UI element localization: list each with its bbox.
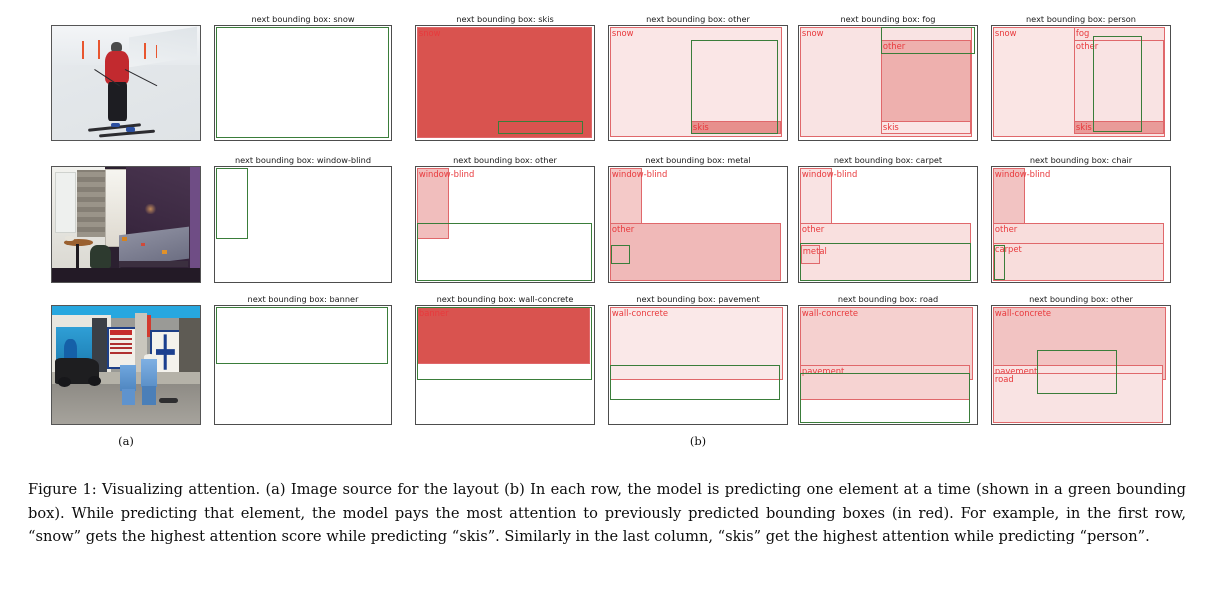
panel-title: next bounding box: chair (1029, 155, 1133, 165)
attention-bbox-other: other (609, 223, 781, 281)
predicted-bbox (497, 120, 584, 134)
layout-canvas (214, 25, 392, 141)
subfigure-label-a: (a) (118, 434, 134, 448)
source-image-cell (51, 294, 201, 425)
subfigure-label-b: (b) (689, 434, 707, 448)
figure-1-visualizing-attention: next bounding box: snow next bounding box… (0, 0, 1213, 608)
layout-canvas: snow fog other skis (991, 25, 1171, 141)
prediction-cell-person: next bounding box: person snow fog other ski… (991, 14, 1171, 141)
predicted-bbox (215, 307, 389, 364)
panel-title: next bounding box: road (837, 294, 939, 304)
layout-canvas: bannerwall-concrete (608, 305, 788, 425)
source-image-bedroom-with-window-photo (51, 166, 201, 283)
prediction-cell-banner: next bounding box: banner (214, 294, 392, 425)
predicted-bbox (610, 245, 631, 264)
panel-title: next bounding box: snow (251, 14, 355, 24)
predicted-bbox (1093, 36, 1142, 132)
panel-title: next bounding box: banner (247, 294, 359, 304)
panel-title: next bounding box: pavement (636, 294, 760, 304)
layout-canvas: snow (415, 25, 595, 141)
layout-canvas: banner (415, 305, 595, 425)
attention-bbox-label: window-blind (611, 169, 668, 180)
layout-canvas (214, 166, 392, 283)
source-image-street-scene-with-workers-photo (51, 305, 201, 425)
attention-bbox-label: snow (994, 28, 1017, 39)
prediction-cell-other: next bounding box: other window-blind (415, 155, 595, 283)
panel-title: next bounding box: fog (840, 14, 936, 24)
prediction-cell-wall-concrete: next bounding box: wall-concrete banner (415, 294, 595, 425)
photo-canvas (52, 26, 200, 140)
layout-canvas: snow other skis (798, 25, 978, 141)
attention-panel-grid: next bounding box: snow next bounding box… (0, 0, 1213, 425)
attention-bbox-label: road (994, 374, 1014, 385)
predicted-bbox (215, 168, 248, 240)
attention-bbox-skis: skis (880, 120, 971, 134)
panel-title: next bounding box: metal (645, 155, 751, 165)
prediction-cell-snow: next bounding box: snow (214, 14, 392, 141)
prediction-cell-fog: next bounding box: fog snow other skis (798, 14, 978, 141)
prediction-cell-chair: next bounding box: chair window-blind othe… (991, 155, 1171, 283)
prediction-cell-pavement: next bounding box: pavementbannerwall-co… (608, 294, 788, 425)
photo-canvas (52, 306, 200, 424)
attention-bbox-label: window-blind (418, 169, 475, 180)
attention-bbox-label: wall-concrete (994, 308, 1052, 319)
predicted-bbox (1036, 349, 1117, 395)
predicted-bbox (799, 242, 971, 281)
layout-canvas: bannerwall-concretepavement (798, 305, 978, 425)
layout-canvas (214, 305, 392, 425)
panel-title: next bounding box: skis (456, 14, 554, 24)
attention-bbox-label: snow (801, 28, 824, 39)
attention-bbox-label: window-blind (994, 169, 1051, 180)
predicted-bbox (993, 245, 1006, 280)
predicted-bbox (215, 27, 390, 138)
attention-bbox-label: other (611, 224, 635, 235)
attention-bbox-label: fog (1075, 28, 1090, 39)
panel-title: next bounding box: other (453, 155, 557, 165)
layout-canvas: snow skis (608, 25, 788, 141)
attention-bbox-label: snow (418, 28, 441, 39)
source-image-cell (51, 155, 201, 283)
prediction-cell-other: next bounding box: otherbannerwall-concr… (991, 294, 1171, 425)
predicted-bbox (609, 365, 780, 401)
predicted-bbox (416, 307, 593, 381)
panel-title: next bounding box: window-blind (234, 155, 372, 165)
predicted-bbox (690, 39, 779, 135)
attention-bbox-label: skis (1075, 121, 1092, 132)
predicted-bbox (880, 27, 976, 54)
prediction-cell-skis: next bounding box: skis snow (415, 14, 595, 141)
attention-bbox-label: window-blind (801, 169, 858, 180)
panel-title: next bounding box: person (1025, 14, 1136, 24)
source-image-cell (51, 14, 201, 141)
layout-canvas: bannerwall-concretepavementroad (991, 305, 1171, 425)
attention-bbox-label: skis (882, 121, 899, 132)
prediction-cell-carpet: next bounding box: carpet window-blind oth… (798, 155, 978, 283)
attention-bbox-carpet: carpet (992, 242, 1164, 281)
panel-title: next bounding box: carpet (833, 155, 943, 165)
prediction-cell-window-blind: next bounding box: window-blind (214, 155, 392, 283)
source-image-skier-on-snow-slope-photo (51, 25, 201, 141)
layout-canvas: window-blind other (608, 166, 788, 283)
panel-title: next bounding box: other (1029, 294, 1133, 304)
attention-bbox-label: other (801, 224, 825, 235)
layout-canvas: window-blind other metal (798, 166, 978, 283)
predicted-bbox (799, 373, 970, 423)
prediction-cell-metal: next bounding box: metal window-blind othe… (608, 155, 788, 283)
figure-caption: Figure 1: Visualizing attention. (a) Ima… (28, 481, 1186, 545)
layout-canvas: window-blind (415, 166, 595, 283)
prediction-cell-road: next bounding box: roadbannerwall-concre… (798, 294, 978, 425)
attention-bbox-label: snow (611, 28, 634, 39)
attention-bbox-label: wall-concrete (801, 308, 859, 319)
prediction-cell-other: next bounding box: other snow skis (608, 14, 788, 141)
panel-title: next bounding box: other (646, 14, 750, 24)
layout-canvas: window-blindothermetalcarpet (991, 166, 1171, 283)
panel-title: next bounding box: wall-concrete (436, 294, 574, 304)
photo-canvas (52, 167, 200, 282)
attention-bbox-label: wall-concrete (611, 308, 669, 319)
predicted-bbox (416, 223, 593, 281)
attention-bbox-label: other (994, 224, 1018, 235)
